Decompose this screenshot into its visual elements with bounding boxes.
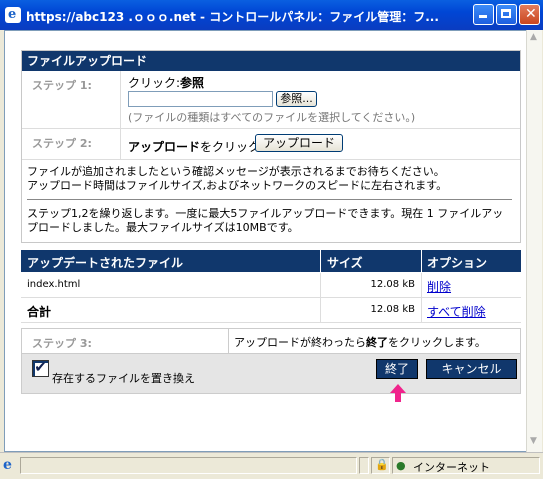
file-name: index.html: [27, 279, 81, 290]
step2-text: アップロードをクリック。: [128, 140, 272, 154]
repeat-text: ステップ1,2を繰り返します。一度に最大5ファイルアップロードできます。現在 1…: [27, 207, 504, 234]
close-button[interactable]: ✕: [519, 4, 540, 25]
table-row: index.html 12.08 kB 削除: [21, 273, 521, 298]
browse-button[interactable]: 参照...: [276, 91, 317, 107]
upload-panel: ファイルアップロード ステップ 1: クリック:参照 参照... (ファイルの種…: [21, 50, 521, 243]
delete-all-link[interactable]: すべて削除: [427, 303, 486, 320]
window-titlebar: e https://abc123 .ｏｏｏ.net - コントロールパネル：ファ…: [0, 0, 543, 30]
col-option: オプション: [427, 256, 488, 270]
ie-icon: e: [5, 7, 21, 23]
upload-info: ファイルが追加されましたという確認メッセージが表示されるまでお待ちください。 ア…: [27, 165, 517, 193]
arrow-up-icon: [390, 384, 406, 402]
overwrite-label: 存在するファイルを置き換え: [52, 372, 195, 385]
info-line-2: アップロード時間はファイルサイズ,およびネットワークのスピードに左右されます。: [27, 179, 448, 192]
vertical-scrollbar[interactable]: ▲ ▼: [526, 30, 542, 452]
file-size: 12.08 kB: [370, 279, 415, 290]
col-size: サイズ: [327, 256, 363, 270]
file-type-hint: (ファイルの種類はすべてのファイルを選択してください。): [128, 111, 416, 124]
table-header: アップデートされたファイル サイズ オプション: [21, 250, 521, 272]
action-bar: ✔ 存在するファイルを置き換え 終了 キャンセル: [22, 354, 520, 393]
info-line-1: ファイルが追加されましたという確認メッセージが表示されるまでお待ちください。: [27, 165, 445, 178]
status-bar: e 🔒 ● インターネット: [0, 452, 543, 479]
cancel-button[interactable]: キャンセル: [426, 359, 517, 379]
minimize-button[interactable]: [473, 4, 494, 25]
step1-row: ステップ 1: クリック:参照 参照... (ファイルの種類はすべてのファイルを…: [22, 71, 520, 129]
window-title: https://abc123 .ｏｏｏ.net - コントロールパネル：ファイル…: [26, 10, 439, 24]
step2-label: ステップ 2:: [32, 137, 92, 150]
overwrite-checkbox[interactable]: ✔: [32, 360, 49, 377]
total-size: 12.08 kB: [370, 304, 415, 315]
page-icon: e: [3, 457, 12, 473]
upload-header: ファイルアップロード: [22, 51, 520, 71]
divider: [27, 199, 512, 200]
step3-row: ステップ 3: アップロードが終わったら終了をクリックします。: [22, 329, 520, 354]
lock-icon: 🔒: [375, 458, 389, 471]
total-label: 合計: [27, 305, 52, 319]
step3-panel: ステップ 3: アップロードが終わったら終了をクリックします。 ✔ 存在するファ…: [21, 328, 521, 394]
total-row: 合計 12.08 kB すべて削除: [21, 298, 521, 323]
step2-row: ステップ 2: アップロードをクリック。 アップロード: [22, 129, 520, 160]
delete-link[interactable]: 削除: [427, 278, 451, 295]
click-text: クリック:参照: [128, 76, 205, 90]
step3-label: ステップ 3:: [32, 337, 92, 350]
globe-icon: ●: [396, 459, 406, 472]
step3-text: アップロードが終わったら終了をクリックします。: [234, 336, 486, 349]
col-file: アップデートされたファイル: [27, 256, 184, 270]
maximize-button[interactable]: [496, 4, 517, 25]
lock-pane: 🔒: [371, 457, 390, 474]
status-text-pane: [20, 457, 357, 474]
step1-label: ステップ 1:: [32, 79, 92, 92]
files-table: アップデートされたファイル サイズ オプション index.html 12.08…: [21, 250, 521, 323]
file-path-input[interactable]: [128, 91, 273, 107]
zone-pane: ● インターネット: [392, 457, 540, 474]
upload-button[interactable]: アップロード: [255, 134, 343, 152]
finish-button[interactable]: 終了: [376, 359, 418, 379]
zone-label: インターネット: [413, 461, 490, 474]
